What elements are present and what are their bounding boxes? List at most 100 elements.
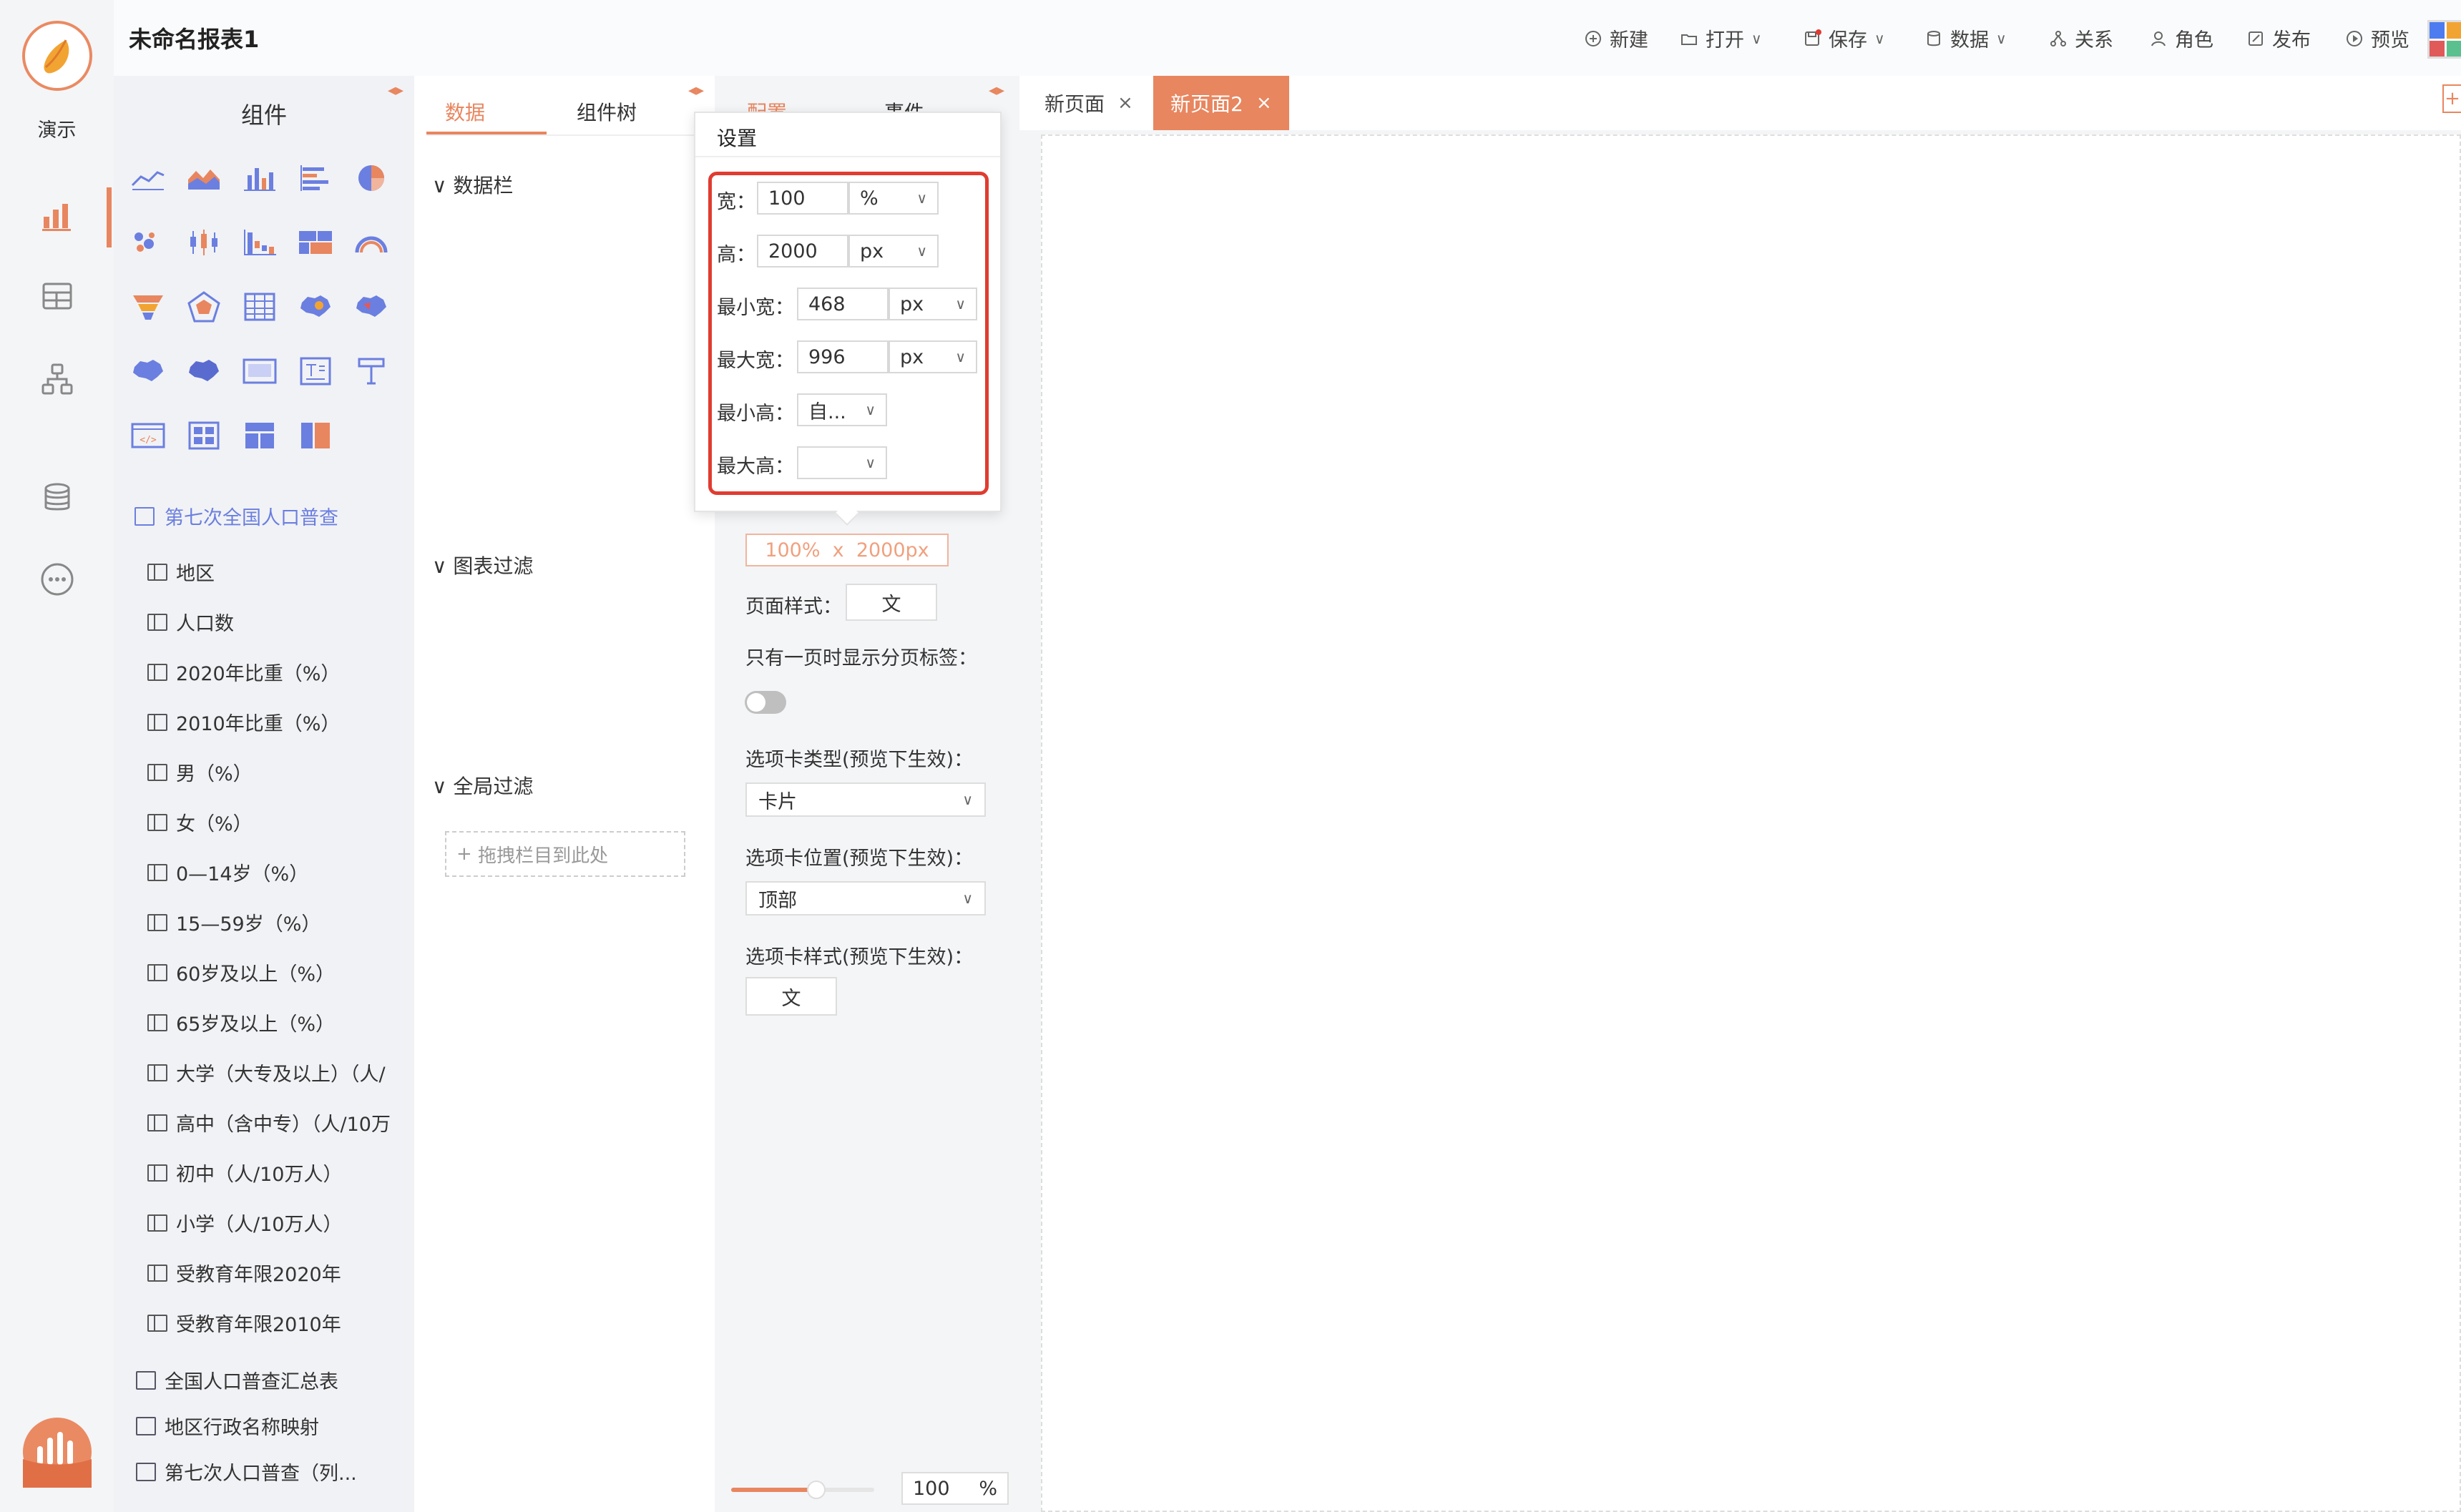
field-item[interactable]: 小学（人/10万人） <box>147 1209 342 1237</box>
section-global-filter-label: 全局过滤 <box>453 775 534 798</box>
field-item[interactable]: 大学（大专及以上）（人/ <box>147 1059 409 1086</box>
tab-style-button[interactable]: 文 <box>745 977 837 1016</box>
line-chart-icon[interactable] <box>127 157 169 199</box>
area-chart-icon[interactable] <box>183 157 225 199</box>
save-button[interactable]: 保存 ∨ <box>1803 24 1885 52</box>
page-size-display[interactable]: 100% x 2000px <box>745 534 949 566</box>
field-item[interactable]: 地区 <box>147 558 215 586</box>
field-item[interactable]: 60岁及以上（%） <box>147 958 335 986</box>
scatter-chart-icon[interactable] <box>127 222 169 263</box>
field-dropzone[interactable]: + 拖拽栏目到此处 <box>445 831 685 877</box>
field-item[interactable]: 65岁及以上（%） <box>147 1008 335 1036</box>
filter-component-icon[interactable] <box>351 350 392 392</box>
table-nav-icon[interactable] <box>36 275 79 318</box>
table-icon <box>136 1370 156 1390</box>
app-logo[interactable] <box>22 21 92 91</box>
field-item[interactable]: 受教育年限2010年 <box>147 1309 341 1337</box>
gauge-chart-icon[interactable] <box>351 222 392 263</box>
field-item[interactable]: 初中（人/10万人） <box>147 1159 342 1187</box>
map-flow-chart-icon[interactable] <box>127 350 169 392</box>
theme-palette-icon[interactable] <box>2427 20 2461 59</box>
datasource-item[interactable]: 第七次人口普查（列... <box>136 1458 357 1486</box>
field-icon <box>147 663 167 681</box>
zoom-unit: % <box>979 1477 997 1500</box>
image-component-icon[interactable] <box>239 350 280 392</box>
table-component-icon[interactable] <box>239 286 280 328</box>
hierarchy-nav-icon[interactable] <box>36 358 79 401</box>
report-canvas[interactable] <box>1041 134 2461 1512</box>
add-page-icon[interactable]: + <box>2442 84 2461 113</box>
tab-position-select[interactable]: 顶部 ∨ <box>745 881 986 915</box>
column-layout-icon[interactable] <box>295 415 336 456</box>
tab-divider <box>426 134 698 136</box>
page-tab-label: 新页面 <box>1044 92 1105 116</box>
section-data-bar-label: 数据栏 <box>453 174 514 197</box>
field-item[interactable]: 受教育年限2020年 <box>147 1259 341 1287</box>
field-item[interactable]: 人口数 <box>147 608 234 636</box>
close-icon[interactable]: × <box>1117 92 1133 114</box>
treemap-chart-icon[interactable] <box>295 222 336 263</box>
mango-logo-icon <box>44 39 69 74</box>
field-label: 初中（人/10万人） <box>176 1164 343 1186</box>
field-item[interactable]: 15—59岁（%） <box>147 908 321 936</box>
grid-layout-icon[interactable] <box>183 415 225 456</box>
text-component-icon[interactable] <box>295 350 336 392</box>
collapse-toggle-icon[interactable]: ◂▸ <box>989 82 1004 99</box>
page-style-button[interactable]: 文 <box>846 584 937 621</box>
waterfall-chart-icon[interactable] <box>239 222 280 263</box>
zoom-slider-handle[interactable] <box>807 1481 826 1499</box>
publish-button[interactable]: 发布 <box>2246 24 2311 52</box>
close-icon[interactable]: × <box>1256 92 1272 114</box>
open-button[interactable]: 打开 ∨ <box>1680 24 1762 52</box>
field-item[interactable]: 高中（含中专）（人/10万 <box>147 1109 409 1137</box>
field-icon <box>147 1064 167 1081</box>
bar-chart-icon[interactable] <box>239 157 280 199</box>
field-item[interactable]: 2010年比重（%） <box>147 708 340 736</box>
candlestick-chart-icon[interactable] <box>183 222 225 263</box>
highlight-frame <box>708 172 989 495</box>
map-heat-chart-icon[interactable] <box>351 286 392 328</box>
field-item[interactable]: 0—14岁（%） <box>147 858 308 886</box>
funnel-chart-icon[interactable] <box>127 286 169 328</box>
field-label: 2010年比重（%） <box>176 713 341 735</box>
section-global-filter[interactable]: ∨ 全局过滤 <box>432 771 533 800</box>
collapse-toggle-icon[interactable]: ◂▸ <box>688 82 704 99</box>
datasource-main-label: 第七次全国人口普查 <box>165 507 338 529</box>
tab-type-select[interactable]: 卡片 ∨ <box>745 782 986 817</box>
tab-data[interactable]: 数据 <box>445 97 485 126</box>
field-item[interactable]: 男（%） <box>147 758 253 786</box>
datasource-item[interactable]: 全国人口普查汇总表 <box>136 1366 338 1394</box>
field-label: 男（%） <box>176 763 253 785</box>
horizontal-bar-chart-icon[interactable] <box>295 157 336 199</box>
radar-chart-icon[interactable] <box>183 286 225 328</box>
pie-chart-icon[interactable] <box>351 157 392 199</box>
more-nav-icon[interactable] <box>36 558 79 601</box>
map-region-chart-icon[interactable] <box>183 350 225 392</box>
page-tab-2[interactable]: 新页面2 × <box>1153 76 1289 130</box>
new-button[interactable]: 新建 <box>1584 24 1648 52</box>
data-button[interactable]: 数据 ∨ <box>1924 24 2007 52</box>
datasource-main[interactable]: 第七次全国人口普查 <box>134 502 338 530</box>
relation-button[interactable]: 关系 <box>2049 24 2113 52</box>
field-item[interactable]: 女（%） <box>147 808 253 836</box>
map-chart-icon[interactable] <box>295 286 336 328</box>
preview-button[interactable]: 预览 <box>2345 24 2409 52</box>
zoom-input[interactable]: 100% <box>901 1472 1009 1505</box>
database-nav-icon[interactable] <box>36 476 79 519</box>
section-chart-filter[interactable]: ∨ 图表过滤 <box>432 551 533 579</box>
datasource-item[interactable]: 地区行政名称映射 <box>136 1412 319 1440</box>
role-button[interactable]: 角色 <box>2149 24 2213 52</box>
row-layout-icon[interactable] <box>239 415 280 456</box>
field-icon <box>147 713 167 731</box>
field-item[interactable]: 2020年比重（%） <box>147 658 340 686</box>
field-label: 15—59岁（%） <box>176 913 321 936</box>
html-component-icon[interactable]: </> <box>127 415 169 456</box>
report-title[interactable]: 未命名报表1 <box>129 21 259 54</box>
database-icon <box>1927 30 1940 46</box>
field-label: 60岁及以上（%） <box>176 963 336 986</box>
page-tab-1[interactable]: 新页面 × <box>1027 76 1150 130</box>
report-nav-icon[interactable] <box>36 195 79 237</box>
tab-component-tree[interactable]: 组件树 <box>577 97 637 126</box>
section-data-bar[interactable]: ∨ 数据栏 <box>432 170 513 199</box>
field-icon <box>147 863 167 881</box>
